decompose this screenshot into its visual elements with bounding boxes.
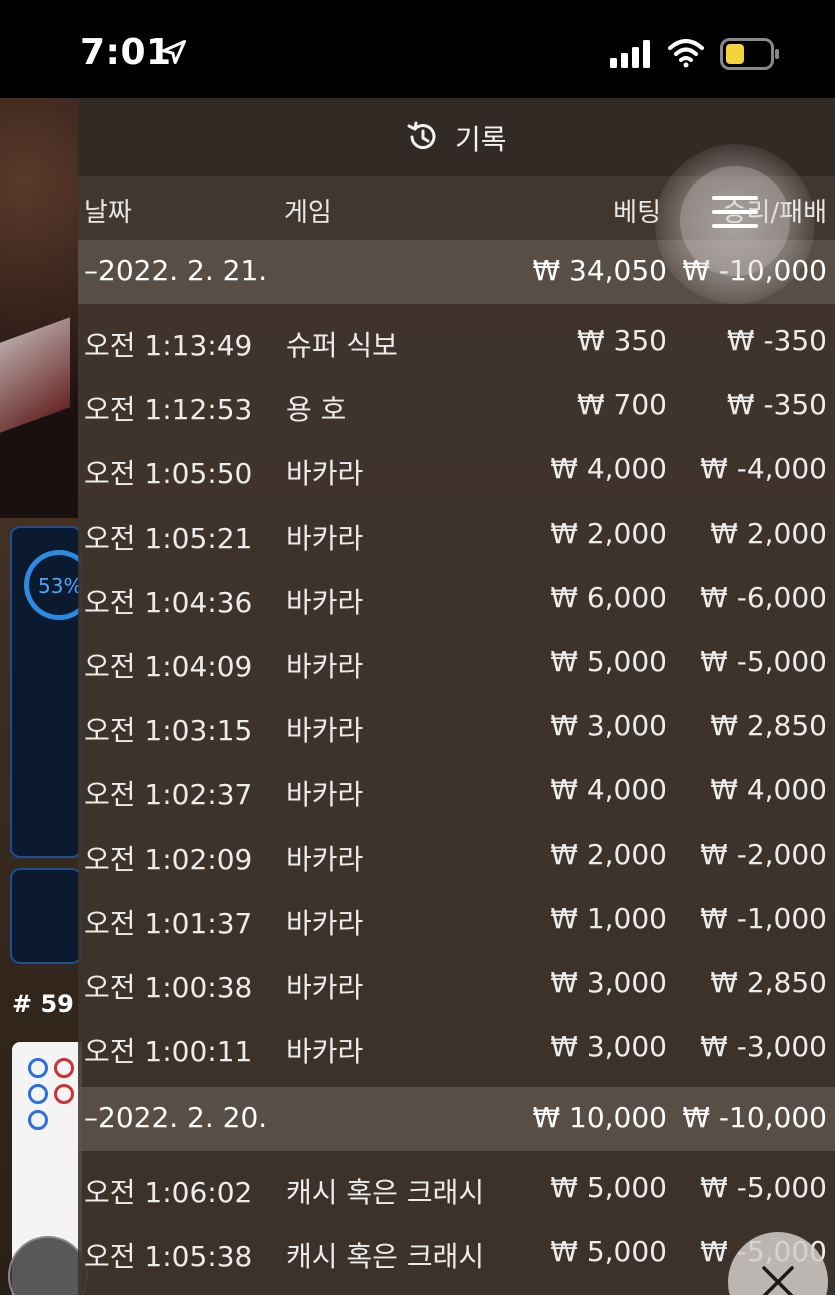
location-arrow-icon <box>161 39 187 65</box>
table-row[interactable]: 오전 1:00:38 바카라 ₩ 3,000 ₩ 2,850 <box>78 952 835 1016</box>
table-row[interactable]: 오전 1:04:09 바카라 ₩ 5,000 ₩ -5,000 <box>78 631 835 695</box>
table-row[interactable]: 오전 1:01:37 바카라 ₩ 1,000 ₩ -1,000 <box>78 888 835 952</box>
table-row[interactable]: 오전 1:04:36 바카라 ₩ 6,000 ₩ -6,000 <box>78 567 835 631</box>
row-game: 바카라 <box>286 843 364 876</box>
row-time: 오전 1:05:21 <box>84 522 253 555</box>
row-result: ₩ -4,000 <box>700 452 827 485</box>
row-game: 바카라 <box>286 650 364 683</box>
row-bet: ₩ 700 <box>576 388 667 421</box>
row-result: ₩ -350 <box>726 324 827 357</box>
row-bet: ₩ 5,000 <box>550 1171 667 1204</box>
group-bet-total: ₩ 34,050 <box>532 254 667 287</box>
row-result: ₩ 2,000 <box>710 517 827 550</box>
row-bet: ₩ 4,000 <box>550 452 667 485</box>
row-time: 오전 1:01:37 <box>84 907 253 940</box>
row-time: 오전 1:05:38 <box>84 1240 253 1273</box>
bead-dot <box>54 1084 74 1104</box>
row-time: 오전 1:02:37 <box>84 778 253 811</box>
row-result: ₩ -350 <box>726 388 827 421</box>
table-row[interactable]: 오전 1:06:02 캐시 혹은 크래시 ₩ 5,000 ₩ -5,000 <box>78 1157 835 1221</box>
row-time: 오전 1:05:50 <box>84 457 253 490</box>
row-time: 오전 1:03:15 <box>84 714 253 747</box>
row-time: 오전 1:12:53 <box>84 393 253 426</box>
table-row[interactable]: 오전 1:03:15 바카라 ₩ 3,000 ₩ 2,850 <box>78 695 835 759</box>
column-date: 날짜 <box>84 198 132 228</box>
row-bet: ₩ 3,000 <box>550 709 667 742</box>
row-game: 바카라 <box>286 522 364 555</box>
table-row[interactable]: 오전 1:02:37 바카라 ₩ 4,000 ₩ 4,000 <box>78 759 835 823</box>
status-time: 7:01 <box>80 32 172 73</box>
row-game: 바카라 <box>286 586 364 619</box>
row-bet: ₩ 2,000 <box>550 838 667 871</box>
row-result: ₩ -2,000 <box>700 838 827 871</box>
row-time: 오전 1:13:49 <box>84 329 253 362</box>
row-time: 오전 1:04:09 <box>84 650 253 683</box>
table-row[interactable]: 오전 1:00:11 바카라 ₩ 3,000 ₩ -3,000 <box>78 1016 835 1080</box>
row-result: ₩ -5,000 <box>700 1171 827 1204</box>
group-date: –2022. 2. 21. <box>84 254 268 287</box>
bead-dot <box>28 1084 48 1104</box>
row-bet: ₩ 350 <box>576 324 667 357</box>
table-row[interactable]: 오전 1:05:38 캐시 혹은 크래시 ₩ 5,000 ₩ -5,000 <box>78 1221 835 1285</box>
row-bet: ₩ 2,000 <box>550 517 667 550</box>
hamburger-menu-icon[interactable] <box>712 196 758 242</box>
table-row[interactable]: 오전 1:12:53 용 호 ₩ 700 ₩ -350 <box>78 374 835 438</box>
row-game: 캐시 혹은 크래시 <box>286 1176 485 1209</box>
column-game: 게임 <box>284 198 332 228</box>
row-time: 오전 1:00:38 <box>84 971 253 1004</box>
cellular-signal-icon <box>610 40 650 68</box>
row-time: 오전 1:00:11 <box>84 1035 253 1068</box>
row-bet: ₩ 6,000 <box>550 581 667 614</box>
column-bet: 베팅 <box>613 198 661 228</box>
table-row[interactable]: 오전 1:02:09 바카라 ₩ 2,000 ₩ -2,000 <box>78 824 835 888</box>
row-result: ₩ 2,850 <box>710 966 827 999</box>
row-bet: ₩ 3,000 <box>550 1030 667 1063</box>
group-result-total: ₩ -10,000 <box>682 1101 827 1134</box>
row-game: 바카라 <box>286 1035 364 1068</box>
wifi-icon <box>668 39 704 68</box>
close-icon[interactable] <box>760 1264 796 1295</box>
row-game: 바카라 <box>286 971 364 1004</box>
history-clock-icon <box>407 121 436 150</box>
stat-percent: 53% <box>38 574 83 598</box>
row-result: ₩ -5,000 <box>700 645 827 678</box>
bead-dot <box>54 1058 74 1078</box>
row-game: 바카라 <box>286 457 364 490</box>
row-result: ₩ 2,850 <box>710 709 827 742</box>
row-bet: ₩ 1,000 <box>550 902 667 935</box>
date-group-row[interactable]: –2022. 2. 20. ₩ 10,000 ₩ -10,000 <box>78 1087 835 1151</box>
status-bar: 7:01 <box>0 0 835 98</box>
row-bet: ₩ 5,000 <box>550 1235 667 1268</box>
row-time: 오전 1:04:36 <box>84 586 253 619</box>
bead-dot <box>28 1110 48 1130</box>
row-game: 캐시 혹은 크래시 <box>286 1240 485 1273</box>
row-game: 용 호 <box>286 393 347 426</box>
round-number: # 59 <box>12 990 74 1018</box>
row-result: ₩ 4,000 <box>710 773 827 806</box>
row-game: 바카라 <box>286 714 364 747</box>
row-result: ₩ -1,000 <box>700 902 827 935</box>
row-time: 오전 1:06:02 <box>84 1176 253 1209</box>
bead-dot <box>28 1058 48 1078</box>
group-bet-total: ₩ 10,000 <box>532 1101 667 1134</box>
group-date: –2022. 2. 20. <box>84 1101 268 1134</box>
row-time: 오전 1:02:09 <box>84 843 253 876</box>
casino-backdrop <box>0 98 78 518</box>
row-bet: ₩ 4,000 <box>550 773 667 806</box>
row-bet: ₩ 3,000 <box>550 966 667 999</box>
panel-title: 기록 <box>455 123 507 156</box>
row-game: 바카라 <box>286 907 364 940</box>
row-game: 바카라 <box>286 778 364 811</box>
table-row[interactable]: 오전 1:13:49 슈퍼 식보 ₩ 350 ₩ -350 <box>78 310 835 374</box>
row-result: ₩ -6,000 <box>700 581 827 614</box>
battery-icon <box>720 38 779 70</box>
row-bet: ₩ 5,000 <box>550 645 667 678</box>
row-result: ₩ -3,000 <box>700 1030 827 1063</box>
bet-spot-panel[interactable] <box>10 868 82 964</box>
table-row[interactable]: 오전 1:05:50 바카라 ₩ 4,000 ₩ -4,000 <box>78 438 835 502</box>
row-game: 슈퍼 식보 <box>286 329 398 362</box>
table-row[interactable]: 오전 1:05:21 바카라 ₩ 2,000 ₩ 2,000 <box>78 503 835 567</box>
